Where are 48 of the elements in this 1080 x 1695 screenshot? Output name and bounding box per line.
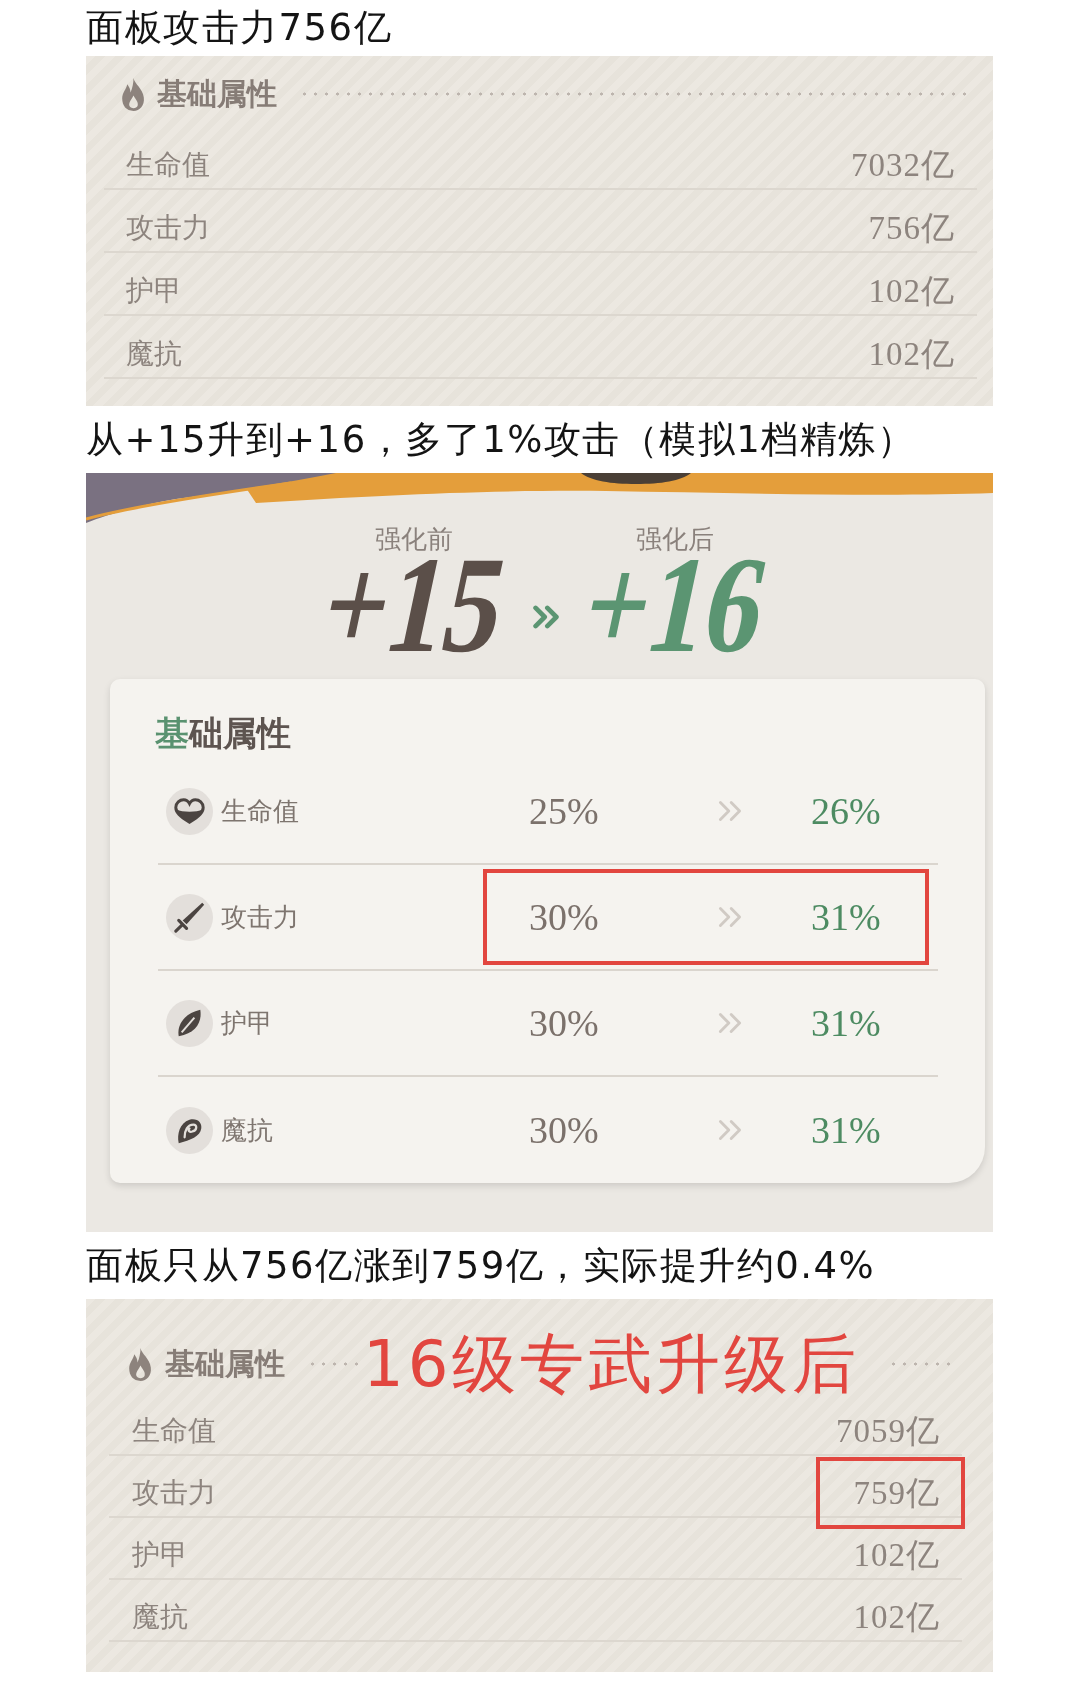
stat-label: 护甲 [221,1007,274,1040]
stat-label: 护甲 [132,1537,188,1573]
swirl-icon [166,1106,213,1154]
enhance-level: +16 [575,555,775,655]
stat-value: 30% [529,1001,599,1045]
stat-value: 759亿 [853,1474,940,1513]
enhance-level: +15 [314,555,514,655]
double-chevron-icon [718,906,742,928]
stat-value: 102亿 [853,1598,940,1637]
stat-value: 30% [529,1108,599,1152]
card-title: 基础属性 [155,713,291,753]
sword-icon [166,893,213,941]
flame-icon [128,1346,152,1382]
stat-label: 生命值 [126,147,210,183]
stat-value: 31% [811,1108,881,1152]
section-title: 基础属性 [157,75,277,113]
stat-value: 31% [811,1001,881,1045]
stat-value: 30% [529,895,599,939]
stat-value: 7059亿 [836,1412,940,1451]
leaf-icon [166,999,213,1047]
stat-label: 魔抗 [221,1114,274,1147]
stat-value: 102亿 [868,272,955,311]
stat-value: 7032亿 [851,146,955,185]
stat-label: 攻击力 [221,901,300,934]
double-chevron-icon [718,1012,742,1034]
caption-text: 面板攻击力756亿 [86,5,393,51]
stage-label: 强化前 [375,525,453,553]
caption-text: 面板只从756亿涨到759亿，实际提升约0.4% [86,1243,876,1289]
stat-label: 魔抗 [132,1599,188,1635]
section-title: 基础属性 [165,1345,285,1383]
double-chevron-icon [718,800,742,822]
stat-value: 25% [529,789,599,833]
stat-value: 756亿 [868,209,955,248]
stage-label: 强化后 [636,525,714,553]
caption-text: 从+15升到+16，多了1%攻击（模拟1档精炼） [86,417,916,463]
stat-value: 102亿 [853,1536,940,1575]
stat-label: 生命值 [221,795,300,828]
stat-value: 26% [811,789,881,833]
flame-icon [121,76,145,112]
double-chevron-icon [718,1119,742,1141]
double-chevron-icon [533,605,559,629]
stat-label: 护甲 [126,273,182,309]
stat-value: 31% [811,895,881,939]
stat-label: 攻击力 [132,1475,216,1511]
stat-label: 魔抗 [126,336,182,372]
stat-value: 102亿 [868,335,955,374]
stat-label: 生命值 [132,1413,216,1449]
stat-label: 攻击力 [126,210,210,246]
